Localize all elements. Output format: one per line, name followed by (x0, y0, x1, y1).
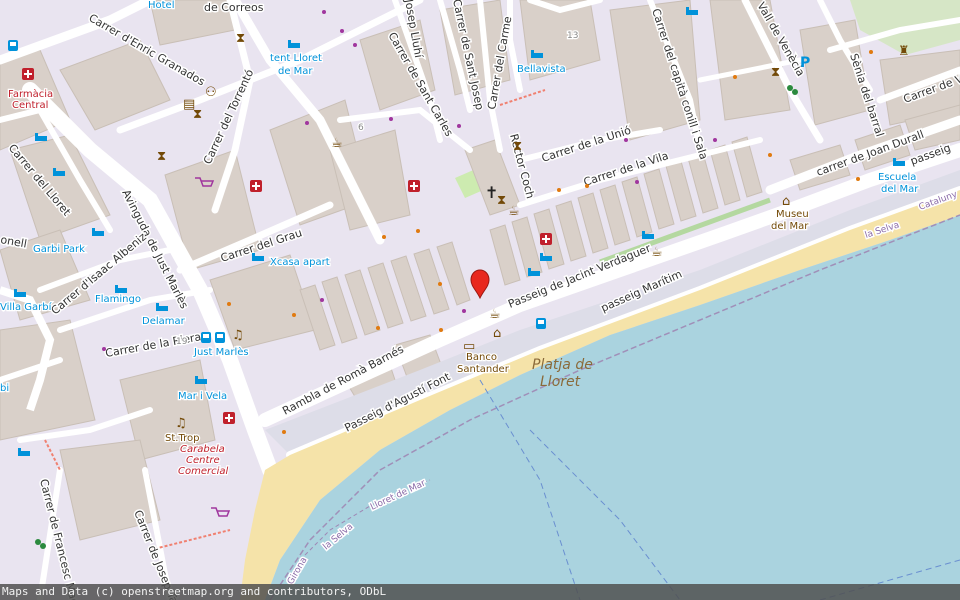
pharmacy-icon[interactable] (250, 180, 262, 192)
museum-icon[interactable]: ⌂ (782, 194, 790, 209)
pharmacy-icon[interactable] (22, 68, 34, 80)
poi-dot (869, 50, 873, 54)
poi-label: Carabela (180, 444, 225, 455)
poi-label: Xcasa apart (270, 257, 330, 268)
poi-label: bi (0, 383, 9, 394)
poi-label: Farmàcia (8, 88, 53, 100)
pharmacy-icon[interactable] (540, 233, 552, 245)
poi-dot (282, 430, 286, 434)
poi-label: Bellavista (517, 64, 566, 75)
beach-name-line2: Lloret (540, 374, 581, 390)
poi-label: Villa Garbí (0, 301, 53, 313)
tree-icon (792, 89, 798, 95)
poi-dot (768, 153, 772, 157)
poi-dot (382, 235, 386, 239)
poi-label: Mar i Vela (178, 391, 227, 402)
poi-dot (557, 188, 561, 192)
poi-label: del Mar (881, 184, 919, 195)
theater-icon[interactable]: ♜ (898, 44, 910, 59)
poi-label: Museu (776, 209, 809, 220)
pharmacy-icon[interactable] (223, 412, 235, 424)
poi-dot (416, 229, 420, 233)
bus-stop-icon[interactable] (536, 318, 546, 329)
music-note-icon[interactable]: ♫ (175, 416, 187, 431)
hourglass-icon[interactable]: ⧗ (513, 139, 522, 154)
poi-label: tent Lloret (270, 53, 322, 64)
poi-label: de Mar (278, 66, 313, 77)
map-canvas[interactable]: Carrer d'Enric Granados Carrer del Torre… (0, 0, 960, 600)
pharmacy-icon[interactable] (408, 180, 420, 192)
poi-dot (713, 138, 717, 142)
bus-stop-icon[interactable] (201, 332, 211, 343)
cafe-icon[interactable]: ☕ (651, 245, 663, 260)
poi-dot (102, 347, 106, 351)
poi-dot (462, 309, 466, 313)
people-icon[interactable]: ⚇ (205, 85, 217, 100)
poi-label: 19 (176, 337, 188, 347)
music-note-icon[interactable]: ♫ (232, 328, 244, 343)
hourglass-icon[interactable]: ⧗ (157, 149, 166, 164)
poi-dot (856, 177, 860, 181)
poi-dot (305, 121, 309, 125)
poi-dot (292, 313, 296, 317)
poi-dot (733, 75, 737, 79)
beach-name-line1: Platja de (532, 357, 593, 373)
poi-dot (457, 124, 461, 128)
bus-stop-icon[interactable] (8, 40, 18, 51)
poi-label: 6 (358, 123, 364, 133)
cafe-icon[interactable]: ☕ (331, 136, 343, 151)
poi-dot (635, 180, 639, 184)
poi-label: Centre (186, 455, 220, 466)
library-icon[interactable]: ▤ (183, 97, 195, 112)
poi-dot (340, 29, 344, 33)
poi-label: 13 (567, 31, 578, 41)
poi-dot (227, 302, 231, 306)
cafe-icon[interactable]: ☕ (489, 307, 501, 322)
museum-icon[interactable]: ⌂ (493, 326, 501, 341)
cafe-icon[interactable]: ☕ (508, 204, 520, 219)
bank-icon[interactable]: ▭ (463, 339, 475, 354)
map-attribution[interactable]: Maps and Data (c) openstreetmap.org and … (0, 584, 960, 600)
hourglass-icon[interactable]: ⧗ (236, 31, 245, 46)
poi-label: Central (12, 100, 48, 111)
poi-dot (585, 184, 589, 188)
poi-label: Delamar (142, 316, 186, 327)
poi-dot (389, 117, 393, 121)
poi-dot (322, 10, 326, 14)
poi-label: Just Marlès (193, 346, 249, 358)
poi-dot (439, 328, 443, 332)
tree-icon (787, 85, 793, 91)
poi-dot (376, 326, 380, 330)
poi-label: St.Trop (165, 433, 199, 444)
poi-label: del Mar (771, 221, 809, 232)
tree-icon (35, 539, 41, 545)
poi-dot (320, 298, 324, 302)
poi-label: Garbi Park (33, 244, 85, 255)
parking-icon[interactable]: P (800, 55, 810, 71)
poi-dot (353, 43, 357, 47)
poi-label: Comercial (178, 466, 229, 477)
poi-label: Flamingo (95, 294, 141, 305)
hourglass-icon[interactable]: ⧗ (771, 65, 780, 80)
bus-stop-icon[interactable] (215, 332, 225, 343)
tree-icon (40, 543, 46, 549)
poi-label: Hotel (148, 0, 175, 11)
poi-label: Santander (457, 364, 510, 375)
poi-label: Escuela (878, 172, 916, 183)
church-cross-icon[interactable]: ✝ (485, 183, 498, 202)
poi-dot (624, 138, 628, 142)
poi-dot (438, 282, 442, 286)
street-label: de Correos (204, 1, 264, 14)
